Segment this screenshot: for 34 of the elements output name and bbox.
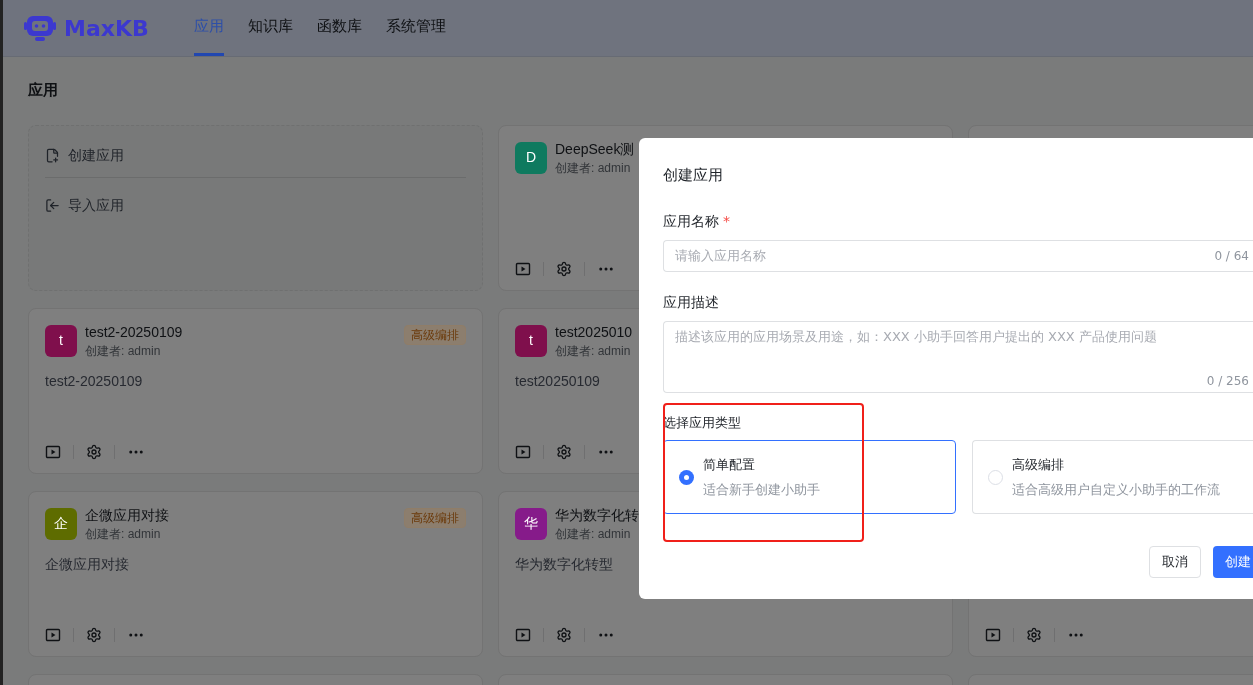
app-type-tag: 高级编排: [404, 507, 466, 528]
app-name: test2025010: [555, 322, 633, 342]
app-creator: 创建者: admin: [555, 525, 631, 543]
option-description: 适合新手创建小助手: [703, 481, 820, 499]
option-description: 适合高级用户自定义小助手的工作流: [1012, 481, 1220, 499]
app-description: test20250109: [515, 371, 600, 391]
logo-text: MaxKB: [64, 14, 149, 43]
app-avatar: 企: [45, 507, 77, 540]
app-name: DeepSeek测: [555, 139, 635, 159]
app-name: test2-20250109: [85, 322, 183, 342]
app-creator: 创建者: admin: [555, 159, 631, 177]
app-creator: 创建者: admin: [85, 342, 161, 360]
required-mark: *: [723, 211, 730, 231]
app-description: 企微应用对接: [45, 554, 129, 574]
app-creator: 创建者: admin: [555, 342, 631, 360]
field-label: 应用名称: [663, 211, 719, 231]
app-avatar: D: [515, 141, 547, 174]
app-avatar: t: [45, 324, 77, 357]
app-description: test2-20250109: [45, 371, 143, 391]
page-title: 应用: [28, 80, 59, 101]
app-type-tag: 高级编排: [404, 324, 466, 345]
option-title: 简单配置: [703, 455, 756, 474]
app-creator: 创建者: admin: [85, 525, 161, 543]
app-name: 华为数字化转: [555, 505, 639, 525]
char-counter: 0 / 64: [1214, 247, 1249, 265]
field-label: 选择应用类型: [663, 413, 742, 432]
app-avatar: 华: [515, 507, 547, 540]
dialog-title: 创建应用: [663, 165, 724, 186]
app-description: 华为数字化转型: [515, 554, 613, 574]
app-avatar: t: [515, 324, 547, 357]
field-label: 应用描述: [663, 292, 720, 312]
char-counter: 0 / 256: [1206, 372, 1249, 390]
app-name: 企微应用对接: [85, 505, 169, 525]
option-title: 高级编排: [1012, 455, 1065, 474]
